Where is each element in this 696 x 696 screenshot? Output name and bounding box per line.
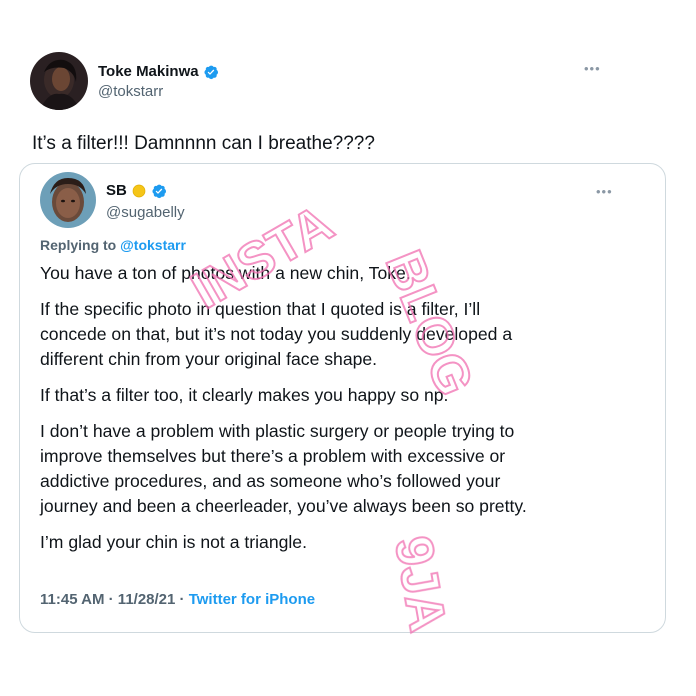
quoted-author-avatar[interactable] bbox=[40, 172, 96, 228]
quoted-paragraph: If that’s a filter too, it clearly makes… bbox=[40, 383, 660, 408]
profile-photo-icon bbox=[30, 52, 88, 110]
tweet-text: It’s a filter!!! Damnnnn can I breathe??… bbox=[32, 133, 375, 154]
quoted-line: different chin from your original face s… bbox=[40, 349, 378, 369]
quoted-paragraph: If the specific photo in question that I… bbox=[40, 297, 660, 372]
author-name-row: Toke Makinwa bbox=[98, 63, 219, 80]
quoted-line: concede on that, but it’s not today you … bbox=[40, 324, 513, 344]
quoted-author-name[interactable]: SB bbox=[106, 182, 127, 199]
quoted-line: If the specific photo in question that I… bbox=[40, 299, 481, 319]
tweet-source-link[interactable]: Twitter for iPhone bbox=[189, 591, 315, 608]
author-avatar[interactable] bbox=[30, 52, 88, 110]
author-name[interactable]: Toke Makinwa bbox=[98, 63, 199, 80]
profile-photo-icon bbox=[40, 172, 96, 228]
verified-badge-icon bbox=[152, 184, 166, 198]
quoted-tweet[interactable]: SB @sugabelly ••• Replying to @tokstarr … bbox=[19, 163, 666, 633]
quoted-tweet-text: You have a ton of photos with a new chin… bbox=[40, 261, 660, 566]
quoted-line: journey and been a cheerleader, you’ve a… bbox=[40, 496, 527, 516]
more-options-icon[interactable]: ••• bbox=[584, 61, 601, 76]
yellow-circle-emoji-icon bbox=[132, 184, 146, 197]
quoted-line: You have a ton of photos with a new chin… bbox=[40, 263, 411, 283]
replying-to: Replying to @tokstarr bbox=[40, 237, 186, 253]
verified-badge-icon bbox=[204, 65, 218, 79]
quoted-line: I don’t have a problem with plastic surg… bbox=[40, 421, 515, 441]
tweet-card: Toke Makinwa @tokstarr ••• It’s a filter… bbox=[0, 0, 696, 696]
quoted-paragraph: I’m glad your chin is not a triangle. bbox=[40, 530, 660, 555]
replying-to-label: Replying to bbox=[40, 237, 117, 253]
quoted-author-name-row: SB bbox=[106, 182, 167, 199]
replying-to-handle-link[interactable]: @tokstarr bbox=[120, 237, 186, 253]
quoted-line: If that’s a filter too, it clearly makes… bbox=[40, 385, 449, 405]
author-handle[interactable]: @tokstarr bbox=[98, 83, 163, 100]
tweet-timestamp-row: 11:45 AM · 11/28/21 · Twitter for iPhone bbox=[40, 591, 315, 608]
quoted-line: improve themselves but there’s a problem… bbox=[40, 446, 506, 466]
tweet-timestamp[interactable]: 11:45 AM · 11/28/21 · bbox=[40, 591, 185, 608]
quoted-paragraph: I don’t have a problem with plastic surg… bbox=[40, 419, 660, 519]
quoted-paragraph: You have a ton of photos with a new chin… bbox=[40, 261, 660, 286]
quoted-line: addictive procedures, and as someone who… bbox=[40, 471, 501, 491]
quoted-line: I’m glad your chin is not a triangle. bbox=[40, 532, 307, 552]
quoted-author-handle[interactable]: @sugabelly bbox=[106, 204, 185, 221]
quoted-more-options-icon[interactable]: ••• bbox=[596, 184, 613, 199]
